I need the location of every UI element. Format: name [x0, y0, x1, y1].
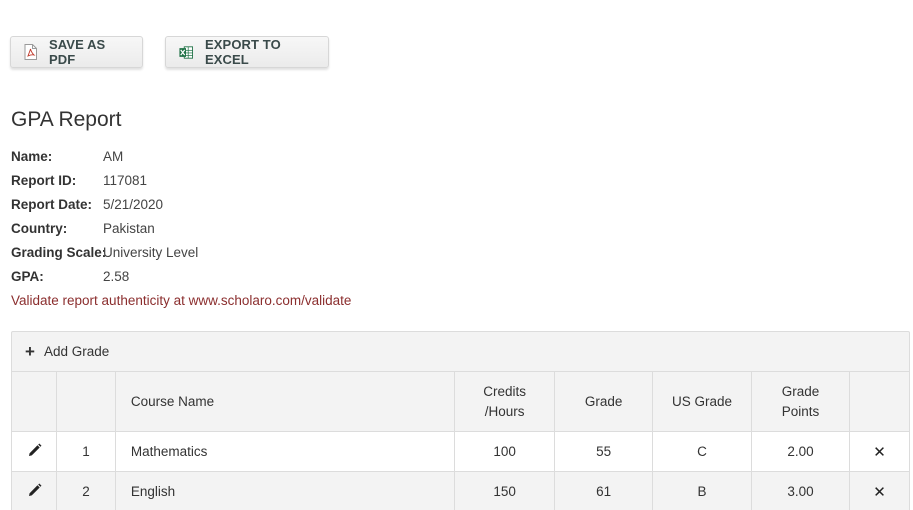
table-row: 1 Mathematics 100 55 C 2.00 ✕	[10, 431, 910, 472]
country-label: Country:	[11, 221, 68, 236]
gpa-value: 2.58	[103, 269, 130, 284]
header-points-line2: Points	[781, 403, 820, 419]
export-to-excel-label: EXPORT TO EXCEL	[205, 37, 281, 67]
name-row: Name: AM	[11, 145, 351, 169]
report-date-row: Report Date: 5/21/2020	[11, 193, 351, 217]
add-grade-label: Add Grade	[43, 344, 110, 359]
grades-table: Course Name Credits /Hours Grade US Grad…	[10, 371, 910, 510]
credits-cell: 100	[454, 431, 555, 472]
grade-points-cell: 2.00	[750, 431, 851, 472]
header-grade-points: Grade Points	[750, 371, 851, 432]
header-number	[56, 371, 116, 432]
edit-cell	[10, 471, 58, 510]
header-credits-line2: /Hours	[484, 403, 525, 419]
close-icon[interactable]: ✕	[873, 443, 886, 461]
save-as-pdf-button[interactable]: SAVE AS PDF	[10, 36, 143, 68]
report-id-row: Report ID: 117081	[11, 169, 351, 193]
report-date-label: Report Date:	[11, 197, 93, 212]
add-grade-button[interactable]: + Add Grade	[12, 332, 909, 371]
header-credits: Credits /Hours	[454, 371, 555, 432]
header-credits-line1: Credits	[483, 383, 527, 399]
pencil-icon[interactable]	[27, 483, 42, 498]
table-row: 2 English 150 61 B 3.00 ✕	[10, 471, 910, 510]
delete-cell: ✕	[849, 471, 910, 510]
header-points-line1: Grade	[781, 383, 820, 399]
header-delete	[849, 371, 910, 432]
close-icon[interactable]: ✕	[873, 483, 886, 501]
header-course-name: Course Name	[114, 371, 456, 432]
grading-scale-row: Grading Scale: University Level	[11, 241, 351, 265]
credits-cell: 150	[454, 471, 555, 510]
us-grade-cell: B	[652, 471, 752, 510]
course-name-cell: Mathematics	[114, 431, 456, 472]
report-date-value: 5/21/2020	[103, 197, 164, 212]
name-label: Name:	[11, 149, 53, 164]
gpa-row: GPA: 2.58	[11, 265, 351, 289]
grade-cell: 55	[553, 431, 654, 472]
plus-icon: +	[25, 342, 35, 361]
gpa-report-page: SAVE AS PDF EXPORT TO EXCEL GPA Report N…	[0, 0, 913, 510]
grades-panel: + Add Grade Course Name Credits /Hours G…	[10, 331, 910, 510]
export-to-excel-button[interactable]: EXPORT TO EXCEL	[165, 36, 329, 68]
pencil-icon[interactable]	[27, 443, 42, 458]
header-edit	[10, 371, 58, 432]
country-row: Country: Pakistan	[11, 217, 351, 241]
gpa-label: GPA:	[11, 269, 44, 284]
table-header-row: Course Name Credits /Hours Grade US Grad…	[10, 371, 910, 432]
pdf-file-icon	[24, 44, 37, 60]
grade-cell: 61	[553, 471, 654, 510]
report-id-label: Report ID:	[11, 173, 77, 188]
grade-points-cell: 3.00	[750, 471, 851, 510]
grading-scale-value: University Level	[103, 245, 199, 260]
us-grade-cell: C	[652, 431, 752, 472]
course-name-cell: English	[114, 471, 456, 510]
excel-file-icon	[179, 44, 193, 60]
action-toolbar: SAVE AS PDF EXPORT TO EXCEL	[10, 36, 329, 68]
name-value: AM	[103, 149, 124, 164]
edit-cell	[10, 431, 58, 472]
delete-cell: ✕	[849, 431, 910, 472]
header-grade: Grade	[553, 371, 654, 432]
save-as-pdf-label: SAVE AS PDF	[49, 37, 106, 67]
row-number: 2	[56, 471, 116, 510]
row-number: 1	[56, 431, 116, 472]
report-details: Name: AM Report ID: 117081 Report Date: …	[11, 145, 351, 313]
header-us-grade: US Grade	[652, 371, 752, 432]
page-title: GPA Report	[11, 108, 122, 131]
country-value: Pakistan	[103, 221, 155, 236]
validate-authenticity-text: Validate report authenticity at www.scho…	[11, 293, 352, 308]
grading-scale-label: Grading Scale:	[11, 245, 107, 260]
report-id-value: 117081	[103, 173, 148, 188]
